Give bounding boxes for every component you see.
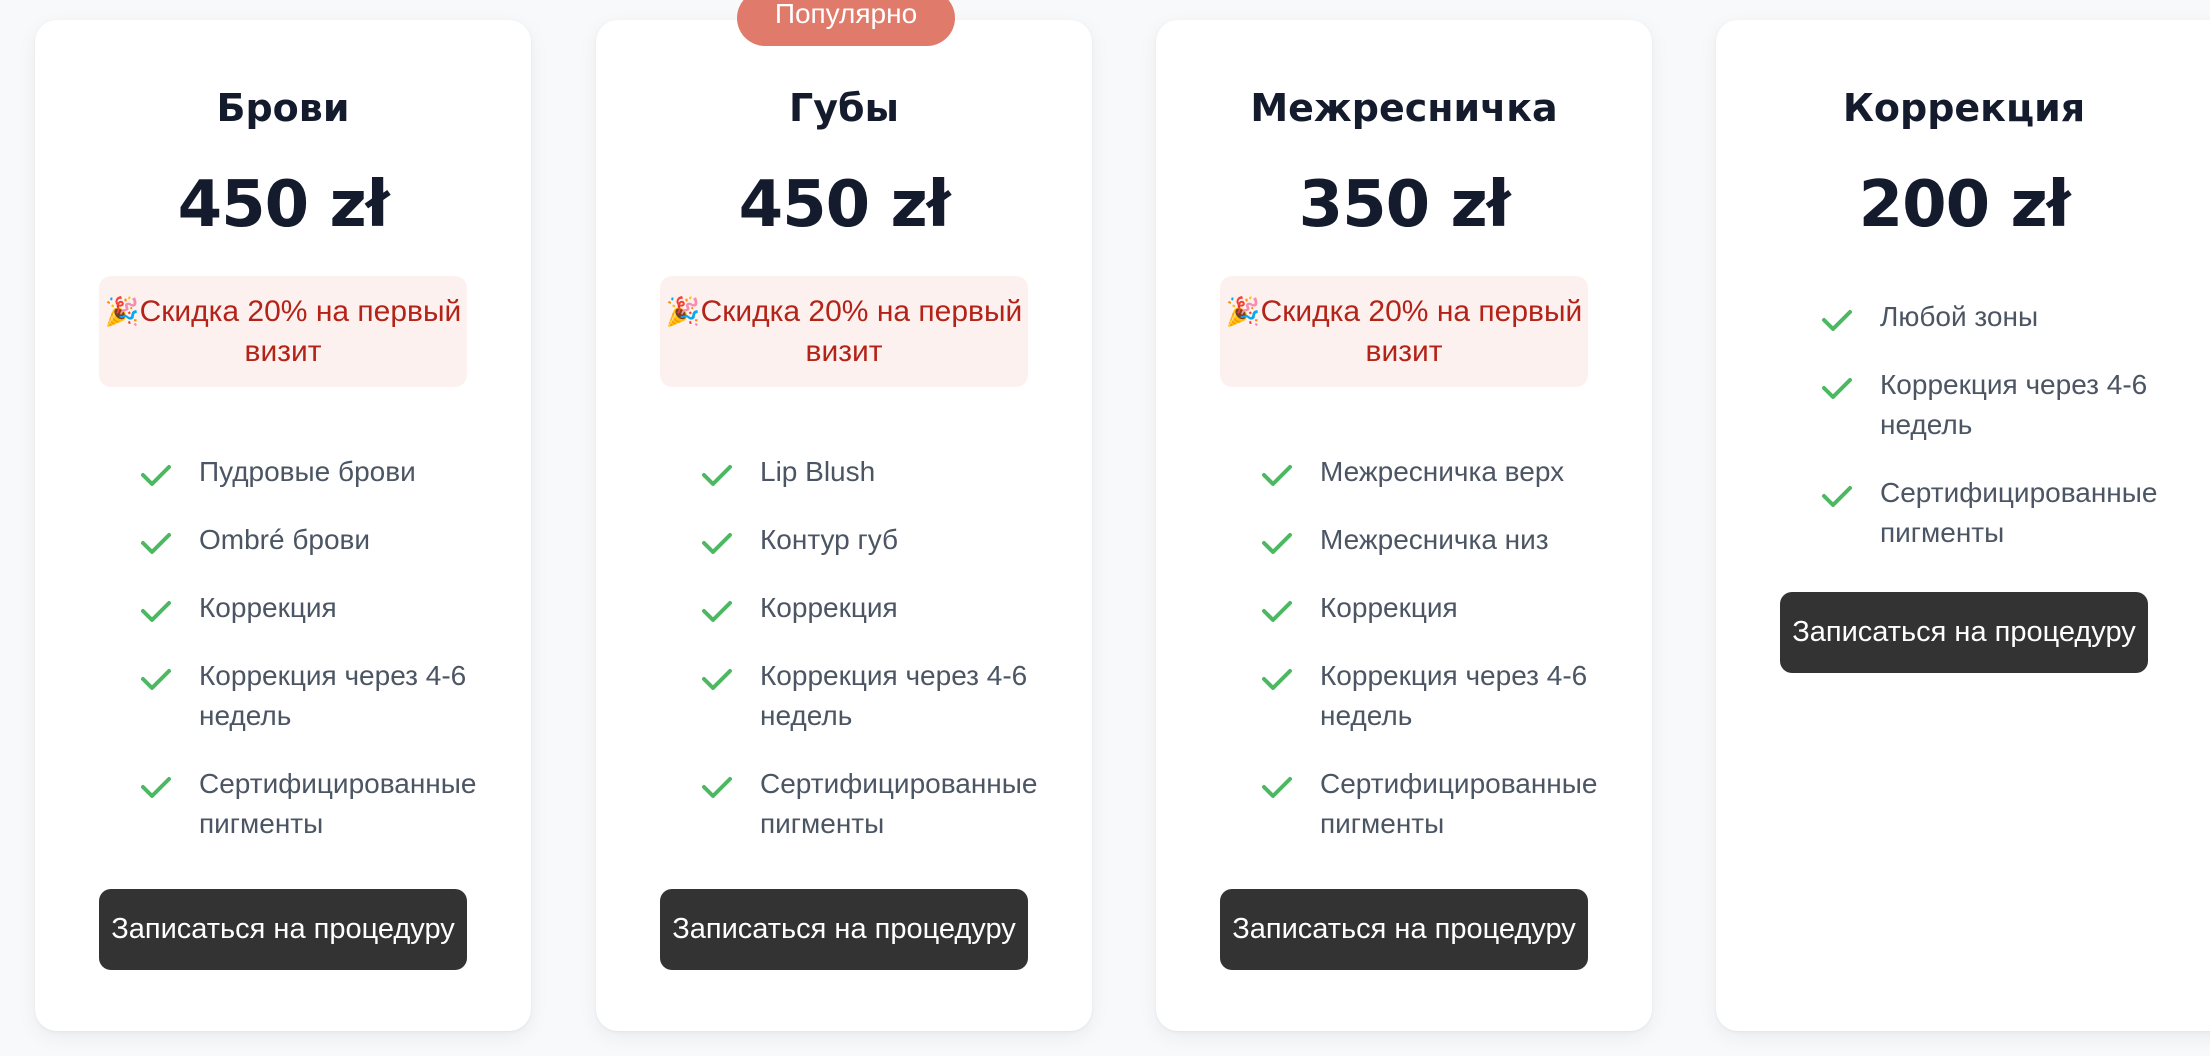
feature-label: Сертифицированные пигменты	[1320, 768, 1598, 839]
promo-text: Скидка 20% на первый визит	[1260, 295, 1583, 368]
feature-item: Сертифицированные пигменты	[664, 764, 1064, 844]
feature-label: Коррекция	[760, 592, 898, 623]
feature-list: Межресничка верх Межресничка низ Коррекц…	[1224, 452, 1624, 872]
check-icon	[702, 533, 732, 554]
pricing-card-lips: Популярно Губы 450 zł 🎉Скидка 20% на пер…	[596, 0, 1092, 1031]
feature-label: Lip Blush	[760, 456, 876, 487]
feature-item: Коррекция через 4-6 недель	[1224, 656, 1624, 736]
feature-list: Любой зоны Коррекция через 4-6 недель Се…	[1784, 297, 2184, 581]
feature-item: Межресничка верх	[1224, 452, 1624, 492]
feature-item: Коррекция через 4-6 недель	[1784, 365, 2184, 445]
check-icon	[1262, 533, 1292, 554]
promo-box: 🎉Скидка 20% на первый визит	[99, 276, 467, 387]
party-popper-icon: 🎉	[665, 296, 701, 327]
feature-label: Коррекция через 4-6 недель	[760, 660, 1028, 731]
check-icon	[702, 669, 732, 690]
party-popper-icon: 🎉	[1225, 296, 1261, 327]
promo-box: 🎉Скидка 20% на первый визит	[660, 276, 1028, 387]
check-icon	[141, 669, 171, 690]
feature-label: Пудровые брови	[199, 456, 416, 487]
check-icon	[1822, 310, 1852, 331]
book-procedure-button[interactable]: Записаться на процедуру	[660, 889, 1028, 970]
feature-list: Lip Blush Контур губ Коррекция Коррекция…	[664, 452, 1064, 872]
popular-badge: Популярно	[737, 0, 955, 46]
card-title: Губы	[789, 86, 899, 130]
feature-item: Контур губ	[664, 520, 1064, 560]
feature-item: Коррекция через 4-6 недель	[103, 656, 503, 736]
card-title: Межресничка	[1250, 86, 1558, 130]
check-icon	[702, 465, 732, 486]
check-icon	[702, 777, 732, 798]
feature-label: Межресничка верх	[1320, 456, 1565, 487]
check-icon	[141, 601, 171, 622]
check-icon	[1262, 669, 1292, 690]
book-procedure-button[interactable]: Записаться на процедуру	[99, 889, 467, 970]
check-icon	[1822, 486, 1852, 507]
feature-label: Коррекция через 4-6 недель	[1320, 660, 1588, 731]
feature-item: Lip Blush	[664, 452, 1064, 492]
feature-label: Сертифицированные пигменты	[199, 768, 477, 839]
card-price: 200 zł	[1858, 168, 2071, 242]
card-title: Брови	[216, 86, 350, 130]
promo-text: Скидка 20% на первый визит	[139, 295, 462, 368]
pricing-card-brows: Брови 450 zł 🎉Скидка 20% на первый визит…	[35, 20, 531, 1031]
feature-item: Сертифицированные пигменты	[103, 764, 503, 844]
feature-label: Ombré брови	[199, 524, 371, 555]
promo-text: Скидка 20% на первый визит	[700, 295, 1023, 368]
feature-item: Сертифицированные пигменты	[1224, 764, 1624, 844]
book-procedure-button[interactable]: Записаться на процедуру	[1780, 592, 2148, 673]
feature-item: Сертифицированные пигменты	[1784, 473, 2184, 553]
feature-list: Пудровые брови Ombré брови Коррекция Кор…	[103, 452, 503, 872]
card-price: 450 zł	[738, 168, 951, 242]
pricing-card-correction: Коррекция 200 zł Любой зоны Коррекция че…	[1716, 20, 2210, 1031]
card-price: 450 zł	[177, 168, 390, 242]
book-procedure-button[interactable]: Записаться на процедуру	[1220, 889, 1588, 970]
feature-item: Пудровые брови	[103, 452, 503, 492]
feature-label: Межресничка низ	[1320, 524, 1549, 555]
feature-label: Коррекция через 4-6 недель	[199, 660, 467, 731]
check-icon	[141, 533, 171, 554]
feature-label: Коррекция	[199, 592, 337, 623]
feature-label: Сертифицированные пигменты	[760, 768, 1038, 839]
feature-item: Межресничка низ	[1224, 520, 1624, 560]
pricing-section: Брови 450 zł 🎉Скидка 20% на первый визит…	[0, 0, 2210, 1056]
card-price: 350 zł	[1298, 168, 1511, 242]
feature-item: Ombré брови	[103, 520, 503, 560]
feature-item: Любой зоны	[1784, 297, 2184, 337]
feature-item: Коррекция через 4-6 недель	[664, 656, 1064, 736]
feature-item: Коррекция	[1224, 588, 1624, 628]
card-title: Коррекция	[1842, 86, 2086, 130]
feature-item: Коррекция	[103, 588, 503, 628]
feature-label: Сертифицированные пигменты	[1880, 477, 2158, 548]
check-icon	[702, 601, 732, 622]
pricing-card-lash-line: Межресничка 350 zł 🎉Скидка 20% на первый…	[1156, 20, 1652, 1031]
feature-label: Контур губ	[760, 524, 899, 555]
feature-label: Коррекция через 4-6 недель	[1880, 369, 2148, 440]
promo-box: 🎉Скидка 20% на первый визит	[1220, 276, 1588, 387]
feature-label: Любой зоны	[1880, 301, 2039, 332]
party-popper-icon: 🎉	[104, 296, 140, 327]
check-icon	[141, 465, 171, 486]
check-icon	[1262, 465, 1292, 486]
check-icon	[1262, 601, 1292, 622]
check-icon	[141, 777, 171, 798]
check-icon	[1822, 378, 1852, 399]
feature-label: Коррекция	[1320, 592, 1458, 623]
feature-item: Коррекция	[664, 588, 1064, 628]
check-icon	[1262, 777, 1292, 798]
